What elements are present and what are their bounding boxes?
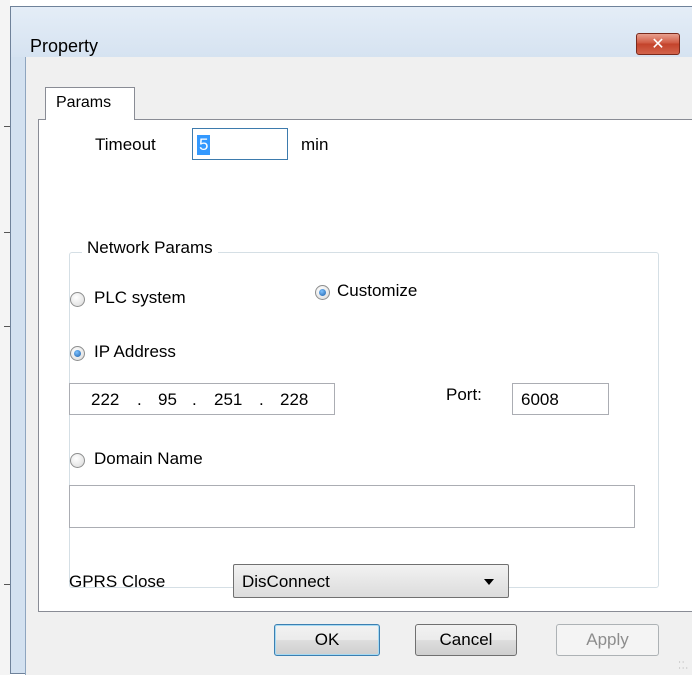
ip-address-input[interactable]: 222 . 95 . 251 . 228 [69, 383, 335, 415]
tab-params-label: Params [56, 94, 112, 111]
ip-octet-4: 228 [280, 390, 309, 409]
network-params-legend: Network Params [82, 238, 218, 258]
ip-separator: . [259, 390, 264, 409]
domain-name-input[interactable] [69, 485, 635, 528]
resize-grip-icon[interactable]: ⋅⋅ ⋅⋅⋅ [678, 659, 689, 673]
port-label: Port: [446, 385, 482, 404]
cancel-button[interactable]: Cancel [415, 624, 517, 656]
plc-system-radio[interactable] [70, 292, 85, 307]
gprs-close-value: DisConnect [242, 572, 330, 591]
ip-address-radio[interactable] [70, 346, 85, 361]
apply-button[interactable]: Apply [556, 624, 659, 656]
close-icon: ✕ [651, 34, 665, 53]
ip-address-label: IP Address [94, 342, 176, 361]
port-value: 6008 [521, 390, 559, 409]
timeout-input[interactable]: 5 [192, 128, 288, 160]
background-edge [0, 0, 10, 675]
window-title: Property [30, 36, 99, 56]
domain-name-radio[interactable] [70, 453, 85, 468]
ip-octet-2: 95 [158, 390, 177, 409]
tab-params[interactable]: Params [45, 87, 135, 120]
ip-octet-1: 222 [91, 390, 120, 409]
close-button[interactable]: ✕ [636, 33, 680, 55]
timeout-label: Timeout [95, 135, 156, 154]
ip-octet-3: 251 [214, 390, 243, 409]
params-panel: Timeout 5 min Network Params PLC system … [38, 119, 692, 612]
gprs-close-dropdown[interactable]: DisConnect [233, 564, 509, 598]
property-dialog: Property ✕ Params Timeout 5 min Network … [10, 6, 692, 675]
port-input[interactable]: 6008 [512, 383, 609, 415]
customize-label: Customize [337, 281, 418, 300]
plc-system-label: PLC system [94, 288, 186, 307]
timeout-unit: min [301, 135, 329, 154]
ip-separator: . [192, 390, 197, 409]
title-bar[interactable]: Property ✕ [11, 7, 692, 57]
domain-name-label: Domain Name [94, 449, 203, 468]
timeout-value: 5 [197, 135, 211, 155]
customize-radio[interactable] [315, 285, 330, 300]
dialog-client-area: Params Timeout 5 min Network Params PLC … [25, 57, 692, 675]
ip-separator: . [137, 390, 142, 409]
chevron-down-icon [484, 579, 494, 585]
gprs-close-label: GPRS Close [69, 572, 166, 591]
ok-button[interactable]: OK [274, 624, 380, 656]
